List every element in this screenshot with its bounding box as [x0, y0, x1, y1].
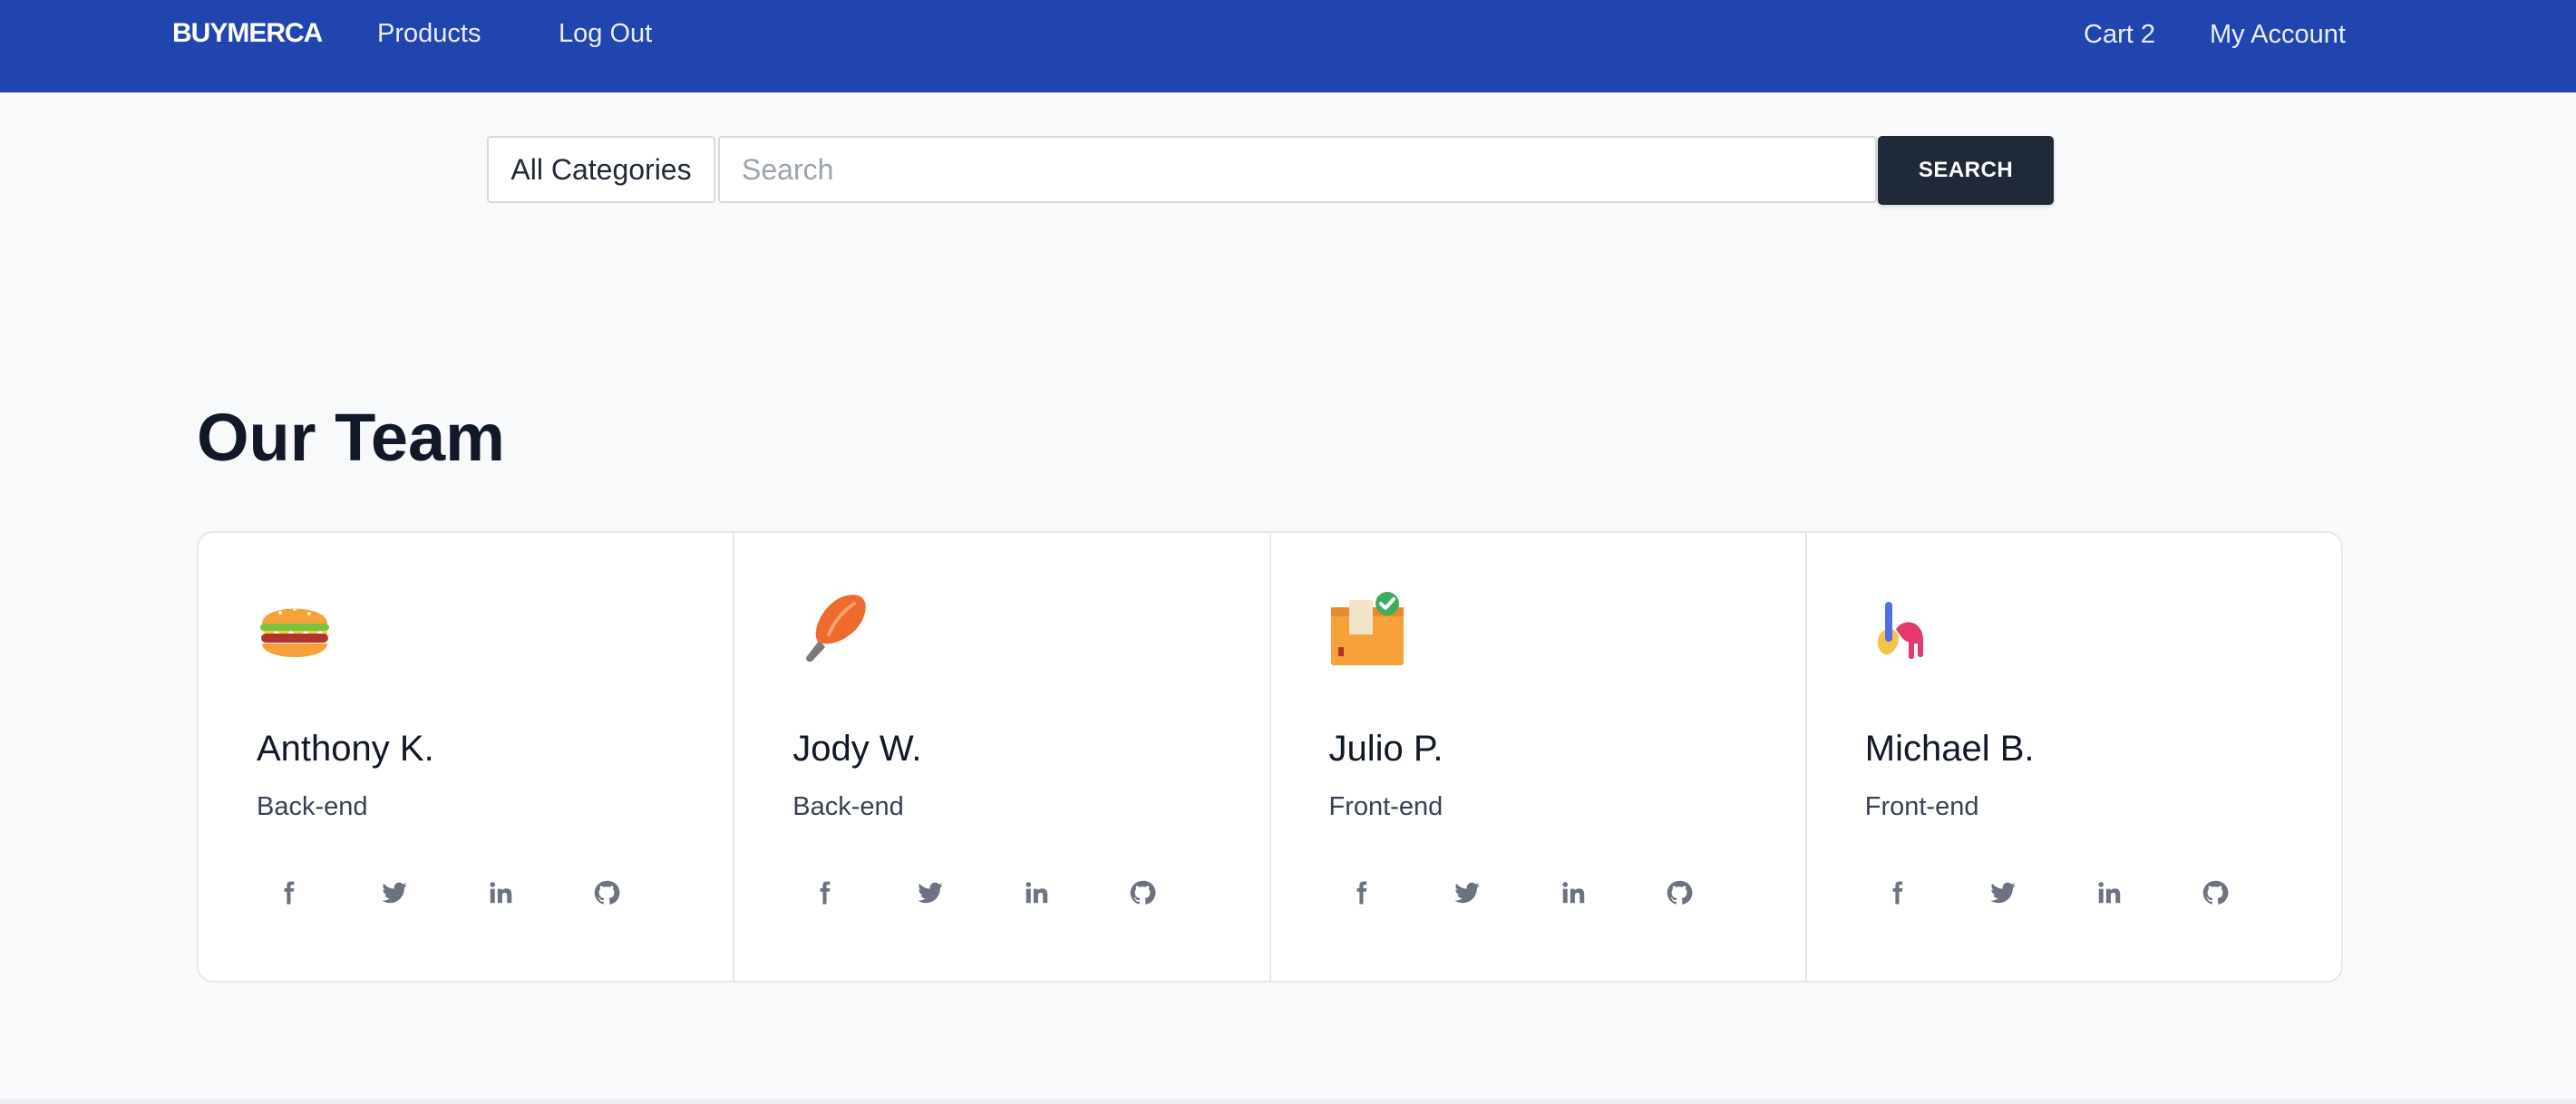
linkedin-icon[interactable] [2095, 870, 2202, 915]
github-icon[interactable] [1129, 870, 1235, 915]
box-check-icon [1330, 592, 1404, 665]
twitter-icon[interactable] [1453, 870, 1560, 915]
social-links [1347, 870, 1772, 915]
member-name: Anthony K. [257, 729, 434, 769]
github-icon[interactable] [1666, 870, 1772, 915]
github-icon[interactable] [2202, 870, 2308, 915]
social-links [811, 870, 1235, 915]
team-card: Julio P. Front-end [1271, 533, 1807, 981]
popsicle-icon [806, 595, 867, 663]
github-icon[interactable] [593, 870, 699, 915]
member-role: Front-end [1864, 792, 1979, 821]
member-role: Front-end [1328, 792, 1444, 821]
page-title: Our Team [197, 400, 505, 475]
search-input[interactable] [718, 136, 1877, 203]
linkedin-icon[interactable] [1023, 870, 1129, 915]
team-grid: Anthony K. Back-end Jody W. Back-end Jul… [197, 531, 2343, 983]
member-name: Julio P. [1328, 729, 1444, 769]
nav-cart-link[interactable]: Cart 2 [2084, 19, 2155, 50]
team-card: Jody W. Back-end [734, 533, 1271, 981]
social-links [275, 870, 699, 915]
facebook-icon[interactable] [1883, 870, 1989, 915]
twitter-icon[interactable] [917, 870, 1023, 915]
member-role: Back-end [792, 792, 904, 821]
twitter-icon[interactable] [1989, 870, 2095, 915]
team-card: Anthony K. Back-end [199, 533, 735, 981]
facebook-icon[interactable] [811, 870, 917, 915]
member-role: Back-end [257, 792, 368, 821]
facebook-icon[interactable] [1347, 870, 1453, 915]
top-navbar: BUYMERCA Products Log Out Cart 2 My Acco… [0, 0, 2576, 92]
category-select[interactable]: All Categories [487, 136, 715, 203]
twitter-icon[interactable] [381, 870, 487, 915]
linkedin-icon[interactable] [1560, 870, 1666, 915]
brand-logo[interactable]: BUYMERCA [172, 18, 323, 49]
social-links [1883, 870, 2308, 915]
nav-logout-link[interactable]: Log Out [559, 18, 652, 49]
nav-products-link[interactable]: Products [377, 18, 481, 49]
member-name: Jody W. [792, 729, 922, 769]
paint-hand-icon [1877, 602, 1923, 659]
burger-icon [260, 607, 329, 657]
footer-divider [0, 1099, 2576, 1104]
linkedin-icon[interactable] [487, 870, 593, 915]
nav-account-link[interactable]: My Account [2210, 19, 2346, 50]
facebook-icon[interactable] [275, 870, 381, 915]
member-name: Michael B. [1864, 729, 2035, 769]
search-button[interactable]: SEARCH [1878, 136, 2054, 205]
team-card: Michael B. Front-end [1807, 533, 2341, 981]
